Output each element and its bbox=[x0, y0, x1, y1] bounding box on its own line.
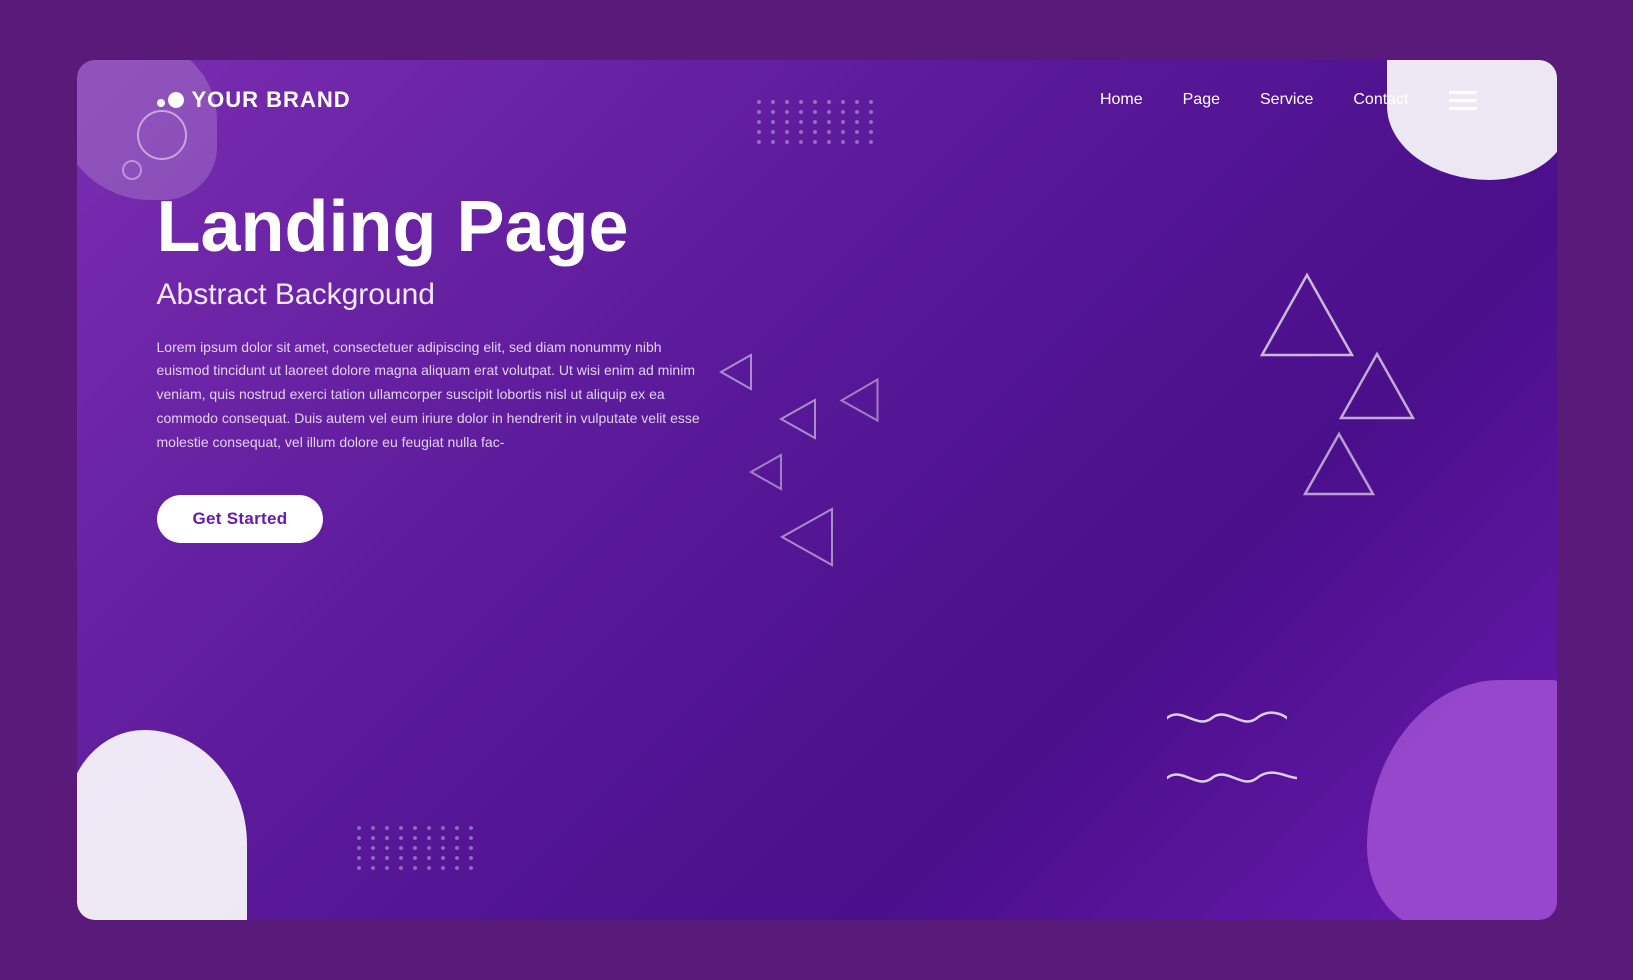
triangle-medium-right-center bbox=[1302, 430, 1377, 498]
blob-bottom-right bbox=[1367, 680, 1557, 920]
logo-dot-big bbox=[168, 92, 184, 108]
logo: YOUR BRAND bbox=[157, 87, 351, 113]
nav-contact[interactable]: Contact bbox=[1353, 91, 1408, 109]
cta-button[interactable]: Get Started bbox=[157, 495, 324, 543]
main-frame: YOUR BRAND Home Page Service Contact Lan… bbox=[77, 60, 1557, 920]
logo-icon bbox=[157, 92, 184, 108]
hamburger-menu[interactable] bbox=[1449, 91, 1477, 110]
hero-body: Lorem ipsum dolor sit amet, consectetuer… bbox=[157, 336, 717, 455]
logo-dot-small bbox=[157, 99, 165, 107]
circle-outline-2 bbox=[122, 160, 142, 180]
hero-content: Landing Page Abstract Background Lorem i… bbox=[157, 190, 717, 543]
triangle-small-3 bbox=[749, 453, 783, 491]
hamburger-line-2 bbox=[1449, 99, 1477, 102]
triangle-small-5 bbox=[839, 378, 879, 423]
brand-name: YOUR BRAND bbox=[192, 87, 351, 113]
hamburger-line-3 bbox=[1449, 107, 1477, 110]
wave-bottom bbox=[1167, 766, 1297, 790]
blob-bottom-left bbox=[77, 730, 247, 920]
hamburger-line-1 bbox=[1449, 91, 1477, 94]
dot-grid-bottom bbox=[357, 826, 477, 870]
wave-top bbox=[1167, 706, 1287, 730]
triangle-medium-right-top bbox=[1337, 350, 1417, 422]
nav-service[interactable]: Service bbox=[1260, 91, 1313, 109]
triangle-small-4 bbox=[780, 507, 834, 567]
triangle-small-1 bbox=[719, 353, 753, 391]
nav-page[interactable]: Page bbox=[1183, 91, 1220, 109]
navbar: YOUR BRAND Home Page Service Contact bbox=[77, 60, 1557, 140]
hero-heading: Landing Page bbox=[157, 190, 717, 266]
hero-subheading: Abstract Background bbox=[157, 278, 717, 312]
nav-links: Home Page Service Contact bbox=[1100, 91, 1477, 110]
triangle-large-top-right bbox=[1257, 270, 1357, 360]
triangle-small-2 bbox=[779, 398, 817, 440]
nav-home[interactable]: Home bbox=[1100, 91, 1143, 109]
